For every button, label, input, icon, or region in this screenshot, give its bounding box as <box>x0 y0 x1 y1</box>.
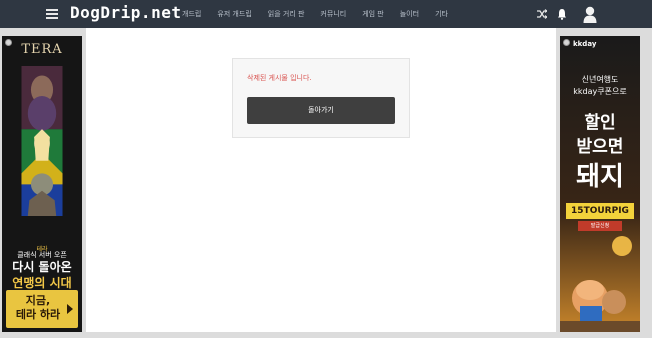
ad-headline-1: 할인 <box>584 113 616 133</box>
ad-close-icon[interactable] <box>563 39 570 46</box>
nav-item-user-dogdrip[interactable]: 유저 개드립 <box>217 9 251 19</box>
bell-icon[interactable] <box>557 8 567 20</box>
ad-brand-logo: TERA <box>21 42 63 57</box>
ad-headline-2: 받으면 <box>576 137 624 157</box>
nav-item-game[interactable]: 게임 판 <box>362 9 384 19</box>
ad-character-art <box>21 66 63 216</box>
nav-item-dogdrip[interactable]: 개드립 <box>182 9 201 19</box>
ad-tagline-1: 신년여행도 <box>581 75 619 84</box>
deleted-notice-box: 삭제된 게시물 입니다. 돌아가기 <box>232 58 410 138</box>
user-avatar-icon[interactable] <box>583 5 597 23</box>
ad-headline-3: 돼지 <box>576 162 624 192</box>
nav-item-playground[interactable]: 놀이터 <box>400 9 419 19</box>
main-nav: 개드립 유저 개드립 읽을 거리 판 커뮤니티 게임 판 놀이터 기타 <box>182 9 464 19</box>
shuffle-icon[interactable] <box>537 9 547 19</box>
site-logo[interactable]: DogDrip.net <box>70 3 181 22</box>
ad-close-icon[interactable] <box>5 39 12 46</box>
right-banner-ad[interactable]: kkday 신년여행도 kkday쿠폰으로 할인 받으면 돼지 15TOURPI… <box>560 36 640 332</box>
nav-item-community[interactable]: 커뮤니티 <box>320 9 346 19</box>
left-banner-ad[interactable]: TERA 테라 클래식 서버 오픈 다시 돌아온 연맹의 시대 지금, 테라 하… <box>2 36 82 332</box>
back-button[interactable]: 돌아가기 <box>247 97 395 124</box>
ad-coupon-code: 15TOURPIG <box>566 203 634 219</box>
hamburger-menu-icon[interactable] <box>46 9 58 19</box>
nav-item-etc[interactable]: 기타 <box>435 9 448 19</box>
ad-brand-logo: kkday <box>573 40 597 48</box>
deleted-message: 삭제된 게시물 입니다. <box>247 74 312 82</box>
top-navigation-bar: DogDrip.net 개드립 유저 개드립 읽을 거리 판 커뮤니티 게임 판… <box>0 0 652 28</box>
ad-headline: 다시 돌아온 <box>12 260 72 274</box>
ad-tagline-2: kkday쿠폰으로 <box>573 87 627 96</box>
nav-item-reading[interactable]: 읽을 거리 판 <box>268 9 305 19</box>
ad-coupon-button[interactable]: 발급신청 <box>578 221 622 231</box>
main-content: 삭제된 게시물 입니다. 돌아가기 <box>86 28 556 332</box>
